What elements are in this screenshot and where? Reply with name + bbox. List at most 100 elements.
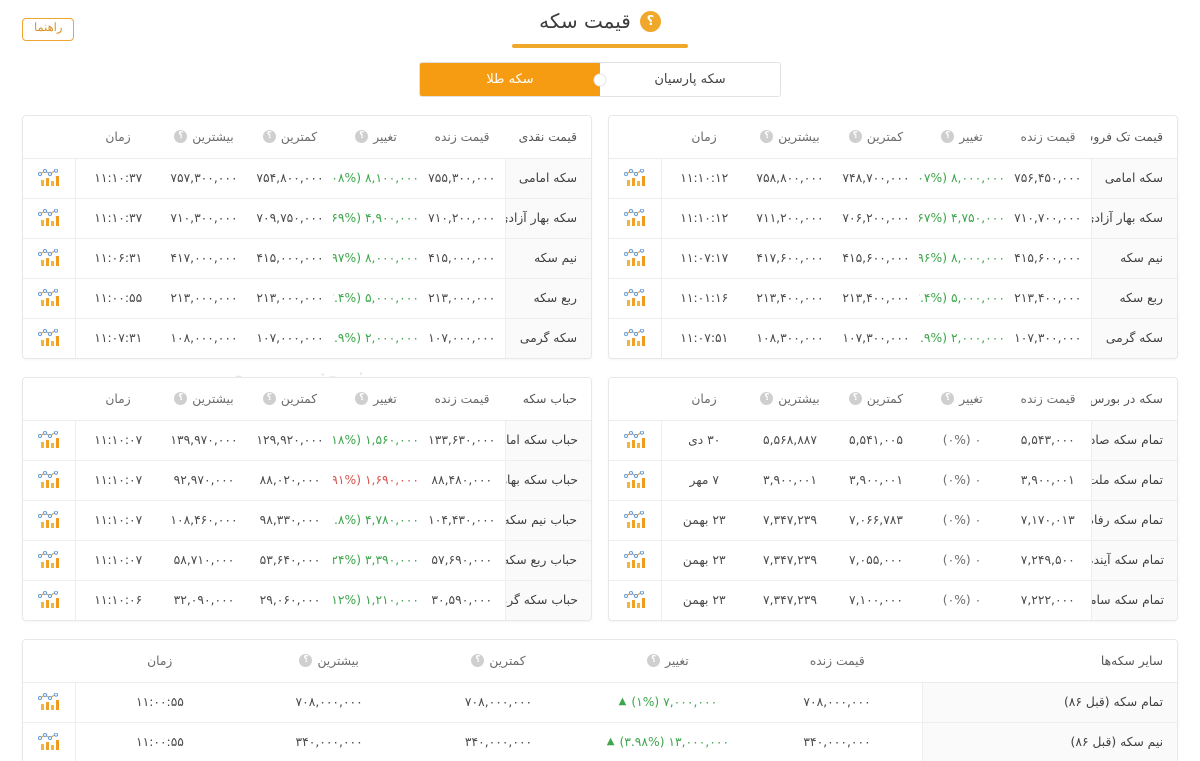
mini-chart-icon[interactable] xyxy=(37,551,60,569)
help-icon-highest[interactable]: ؟ xyxy=(299,654,313,668)
cell-chart-link[interactable] xyxy=(609,580,662,620)
table-row[interactable]: حباب سکه امامی۱۳۳,۶۳۰,۰۰۰۱,۵۶۰,۰۰۰ (۱.۱۸… xyxy=(23,420,591,461)
mini-chart-icon[interactable] xyxy=(623,249,646,267)
table-row[interactable]: حباب ربع سکه۵۷,۶۹۰,۰۰۰۳,۳۹۰,۰۰۰ (۶.۲۴%)▲… xyxy=(23,540,591,581)
cell-instrument-name: حباب ربع سکه xyxy=(504,540,591,581)
help-icon-highest[interactable]: ؟ xyxy=(760,392,774,406)
cell-lowest: ۱۰۷,۰۰۰,۰۰۰ xyxy=(256,331,324,346)
mini-chart-icon[interactable] xyxy=(37,209,60,227)
mini-chart-icon[interactable] xyxy=(623,511,646,529)
help-icon-lowest[interactable]: ؟ xyxy=(471,654,485,668)
help-icon-lowest[interactable]: ؟ xyxy=(848,130,862,144)
change-text: ۰ (۰%) xyxy=(942,433,982,447)
cell-chart-link[interactable] xyxy=(23,198,76,239)
cell-live-price: ۸۸,۴۸۰,۰۰۰ xyxy=(419,460,505,501)
table-row[interactable]: نیم سکه (قبل ۸۶) ۳۴۰,۰۰۰,۰۰۰ ۱۳,۰۰۰,۰۰۰ (۳… xyxy=(23,722,1177,761)
mini-chart-icon[interactable] xyxy=(623,471,646,489)
mini-chart-icon[interactable] xyxy=(37,591,60,609)
table-row[interactable]: حباب نیم سکه۱۰۴,۴۳۰,۰۰۰۴,۷۸۰,۰۰۰ (۴.۸%)▲… xyxy=(23,500,591,541)
cell-chart-link[interactable] xyxy=(23,278,76,319)
table-row[interactable]: نیم سکه۴۱۵,۶۰۰,۰۰۰۸,۰۰۰,۰۰۰ (۱.۹۶%)▲۴۱۵,… xyxy=(609,238,1177,279)
mini-chart-icon[interactable] xyxy=(623,329,646,347)
cell-chart-link[interactable] xyxy=(23,158,76,199)
help-icon-highest[interactable]: ؟ xyxy=(174,392,188,406)
mini-chart-icon[interactable] xyxy=(623,551,646,569)
tab-parsian-coin[interactable]: سکه پارسیان xyxy=(600,63,780,96)
table-row[interactable]: تمام سکه صادرات۵,۵۴۳,۰۰۰ ۰ (۰%) ۵,۵۴۱,۰۰۵۵… xyxy=(609,420,1177,461)
change-value: ۲,۰۰۰,۰۰۰ (۱.۹%)▲ xyxy=(333,331,419,345)
question-mark-icon[interactable]: ؟ xyxy=(639,10,661,32)
cell-chart-link[interactable] xyxy=(23,318,76,358)
cell-chart-link[interactable] xyxy=(609,238,662,279)
table-row[interactable]: تمام سکه (قبل ۸۶) ۷۰۸,۰۰۰,۰۰۰ ۷,۰۰۰,۰۰۰ (۱… xyxy=(23,682,1177,723)
cell-chart-link[interactable] xyxy=(23,460,76,501)
cell-chart-link[interactable] xyxy=(609,420,662,461)
cell-chart-link[interactable] xyxy=(609,198,662,239)
cell-chart-link[interactable] xyxy=(609,500,662,541)
table-row[interactable]: سکه امامی۷۵۵,۳۰۰,۰۰۰۸,۱۰۰,۰۰۰ (۱.۰۸%)▲۷۵… xyxy=(23,158,591,199)
change-value: ۷,۰۰۰,۰۰۰ (۱%) ▲ xyxy=(619,695,718,709)
cell-chart-link[interactable] xyxy=(23,722,76,761)
table-row[interactable]: حباب سکه گرمی ۳۰,۵۹۰,۰۰۰ ۱,۲۱۰,۰۰۰ (۴.۱۲%)… xyxy=(23,580,591,620)
cell-chart-link[interactable] xyxy=(609,460,662,501)
mini-chart-icon[interactable] xyxy=(623,431,646,449)
mini-chart-icon[interactable] xyxy=(37,733,60,751)
cell-highest: ۷۵۷,۳۰۰,۰۰۰ xyxy=(161,158,247,199)
cell-chart-link[interactable] xyxy=(23,540,76,581)
help-icon-change[interactable]: ؟ xyxy=(355,392,369,406)
cell-lowest: ۲۹,۰۶۰,۰۰۰ xyxy=(259,593,321,608)
help-icon-change[interactable]: ؟ xyxy=(941,130,955,144)
table-row[interactable]: سکه بهار آزادی۷۱۰,۲۰۰,۰۰۰۴,۹۰۰,۰۰۰ (۰.۶۹… xyxy=(23,198,591,239)
cell-chart-link[interactable] xyxy=(23,580,76,620)
cell-time: ۱۱:۰۰:۵۵ xyxy=(75,722,245,761)
mini-chart-icon[interactable] xyxy=(37,511,60,529)
mini-chart-icon[interactable] xyxy=(37,249,60,267)
mini-chart-icon[interactable] xyxy=(623,289,646,307)
cell-change: ۷,۰۰۰,۰۰۰ (۱%) ▲ xyxy=(583,682,753,723)
tab-gold-coin[interactable]: سکه طلا xyxy=(420,63,600,96)
table-row[interactable]: نیم سکه۴۱۵,۰۰۰,۰۰۰۸,۰۰۰,۰۰۰ (۱.۹۷%)▲۴۱۵,… xyxy=(23,238,591,279)
table-row[interactable]: ربع سکه۲۱۳,۰۰۰,۰۰۰۵,۰۰۰,۰۰۰ (۲.۴%)▲۲۱۳,۰… xyxy=(23,278,591,319)
table-row[interactable]: سکه امامی۷۵۶,۴۵۰,۰۰۰۸,۰۰۰,۰۰۰ (۱.۰۷%)▲۷۴… xyxy=(609,158,1177,199)
mini-chart-icon[interactable] xyxy=(37,693,60,711)
mini-chart-icon[interactable] xyxy=(623,209,646,227)
help-icon-change[interactable]: ؟ xyxy=(647,654,661,668)
cell-chart-link[interactable] xyxy=(609,540,662,581)
mini-chart-icon[interactable] xyxy=(37,329,60,347)
mini-chart-icon[interactable] xyxy=(623,169,646,187)
table-row[interactable]: تمام سکه سامان ۷,۲۲۲,۰۰۰ ۰ (۰%) ۷,۱۰۰,۰۰۰ ۷,… xyxy=(609,580,1177,620)
col-name: قیمت تک فروشی xyxy=(1091,116,1177,159)
coin-type-toggle[interactable]: سکه پارسیان سکه طلا xyxy=(419,62,781,97)
cell-chart-link[interactable] xyxy=(23,682,76,723)
cell-chart-link[interactable] xyxy=(23,500,76,541)
help-icon-highest[interactable]: ؟ xyxy=(174,130,188,144)
table-row[interactable]: حباب سکه بهار آزادی۸۸,۴۸۰,۰۰۰۱,۶۹۰,۰۰۰ (… xyxy=(23,460,591,501)
table-row[interactable]: تمام سکه رفاه ۷,۱۷۰,۰۱۳ ۰ (۰%) ۷,۰۶۶,۷۸۳ ۷,۳… xyxy=(609,500,1177,541)
cell-chart-link[interactable] xyxy=(23,238,76,279)
help-icon-change[interactable]: ؟ xyxy=(355,130,369,144)
cell-highest: ۷۱۱,۲۰۰,۰۰۰ xyxy=(747,198,833,239)
table-row[interactable]: تمام سکه آینده ۷,۲۴۹,۵۰۰ ۰ (۰%) ۷,۰۵۵,۰۰۰ ۷,… xyxy=(609,540,1177,581)
help-icon-lowest[interactable]: ؟ xyxy=(262,392,276,406)
toggle-knob[interactable] xyxy=(593,73,607,86)
mini-chart-icon[interactable] xyxy=(37,289,60,307)
help-icon-lowest[interactable]: ؟ xyxy=(262,130,276,144)
mini-chart-icon[interactable] xyxy=(37,169,60,187)
cell-chart-link[interactable] xyxy=(609,318,662,358)
change-value: ۲,۰۰۰,۰۰۰ (۱.۹%)▲ xyxy=(919,331,1005,345)
table-row[interactable]: ربع سکه۲۱۳,۴۰۰,۰۰۰۵,۰۰۰,۰۰۰ (۲.۴%)▲۲۱۳,۴… xyxy=(609,278,1177,319)
cell-chart-link[interactable] xyxy=(609,278,662,319)
table-row[interactable]: سکه گرمی ۱۰۷,۰۰۰,۰۰۰ ۲,۰۰۰,۰۰۰ (۱.۹%)▲ ۱۰۷,… xyxy=(23,318,591,358)
help-icon-change[interactable]: ؟ xyxy=(941,392,955,406)
help-icon-highest[interactable]: ؟ xyxy=(760,130,774,144)
cell-chart-link[interactable] xyxy=(23,420,76,461)
cell-time: ۱۱:۰۶:۳۱ xyxy=(75,238,161,279)
mini-chart-icon[interactable] xyxy=(623,591,646,609)
table-row[interactable]: سکه گرمی ۱۰۷,۳۰۰,۰۰۰ ۲,۰۰۰,۰۰۰ (۱.۹%)▲ ۱۰۷,… xyxy=(609,318,1177,358)
mini-chart-icon[interactable] xyxy=(37,471,60,489)
table-row[interactable]: تمام سکه ملت ۳,۹۰۰,۰۰۱ ۰ (۰%) ۳,۹۰۰,۰۰۱ ۳,۹۰… xyxy=(609,460,1177,501)
help-icon-lowest[interactable]: ؟ xyxy=(848,392,862,406)
mini-chart-icon[interactable] xyxy=(37,431,60,449)
cell-chart-link[interactable] xyxy=(609,158,662,199)
table-row[interactable]: سکه بهار آزادی۷۱۰,۷۰۰,۰۰۰۴,۷۵۰,۰۰۰ (۰.۶۷… xyxy=(609,198,1177,239)
